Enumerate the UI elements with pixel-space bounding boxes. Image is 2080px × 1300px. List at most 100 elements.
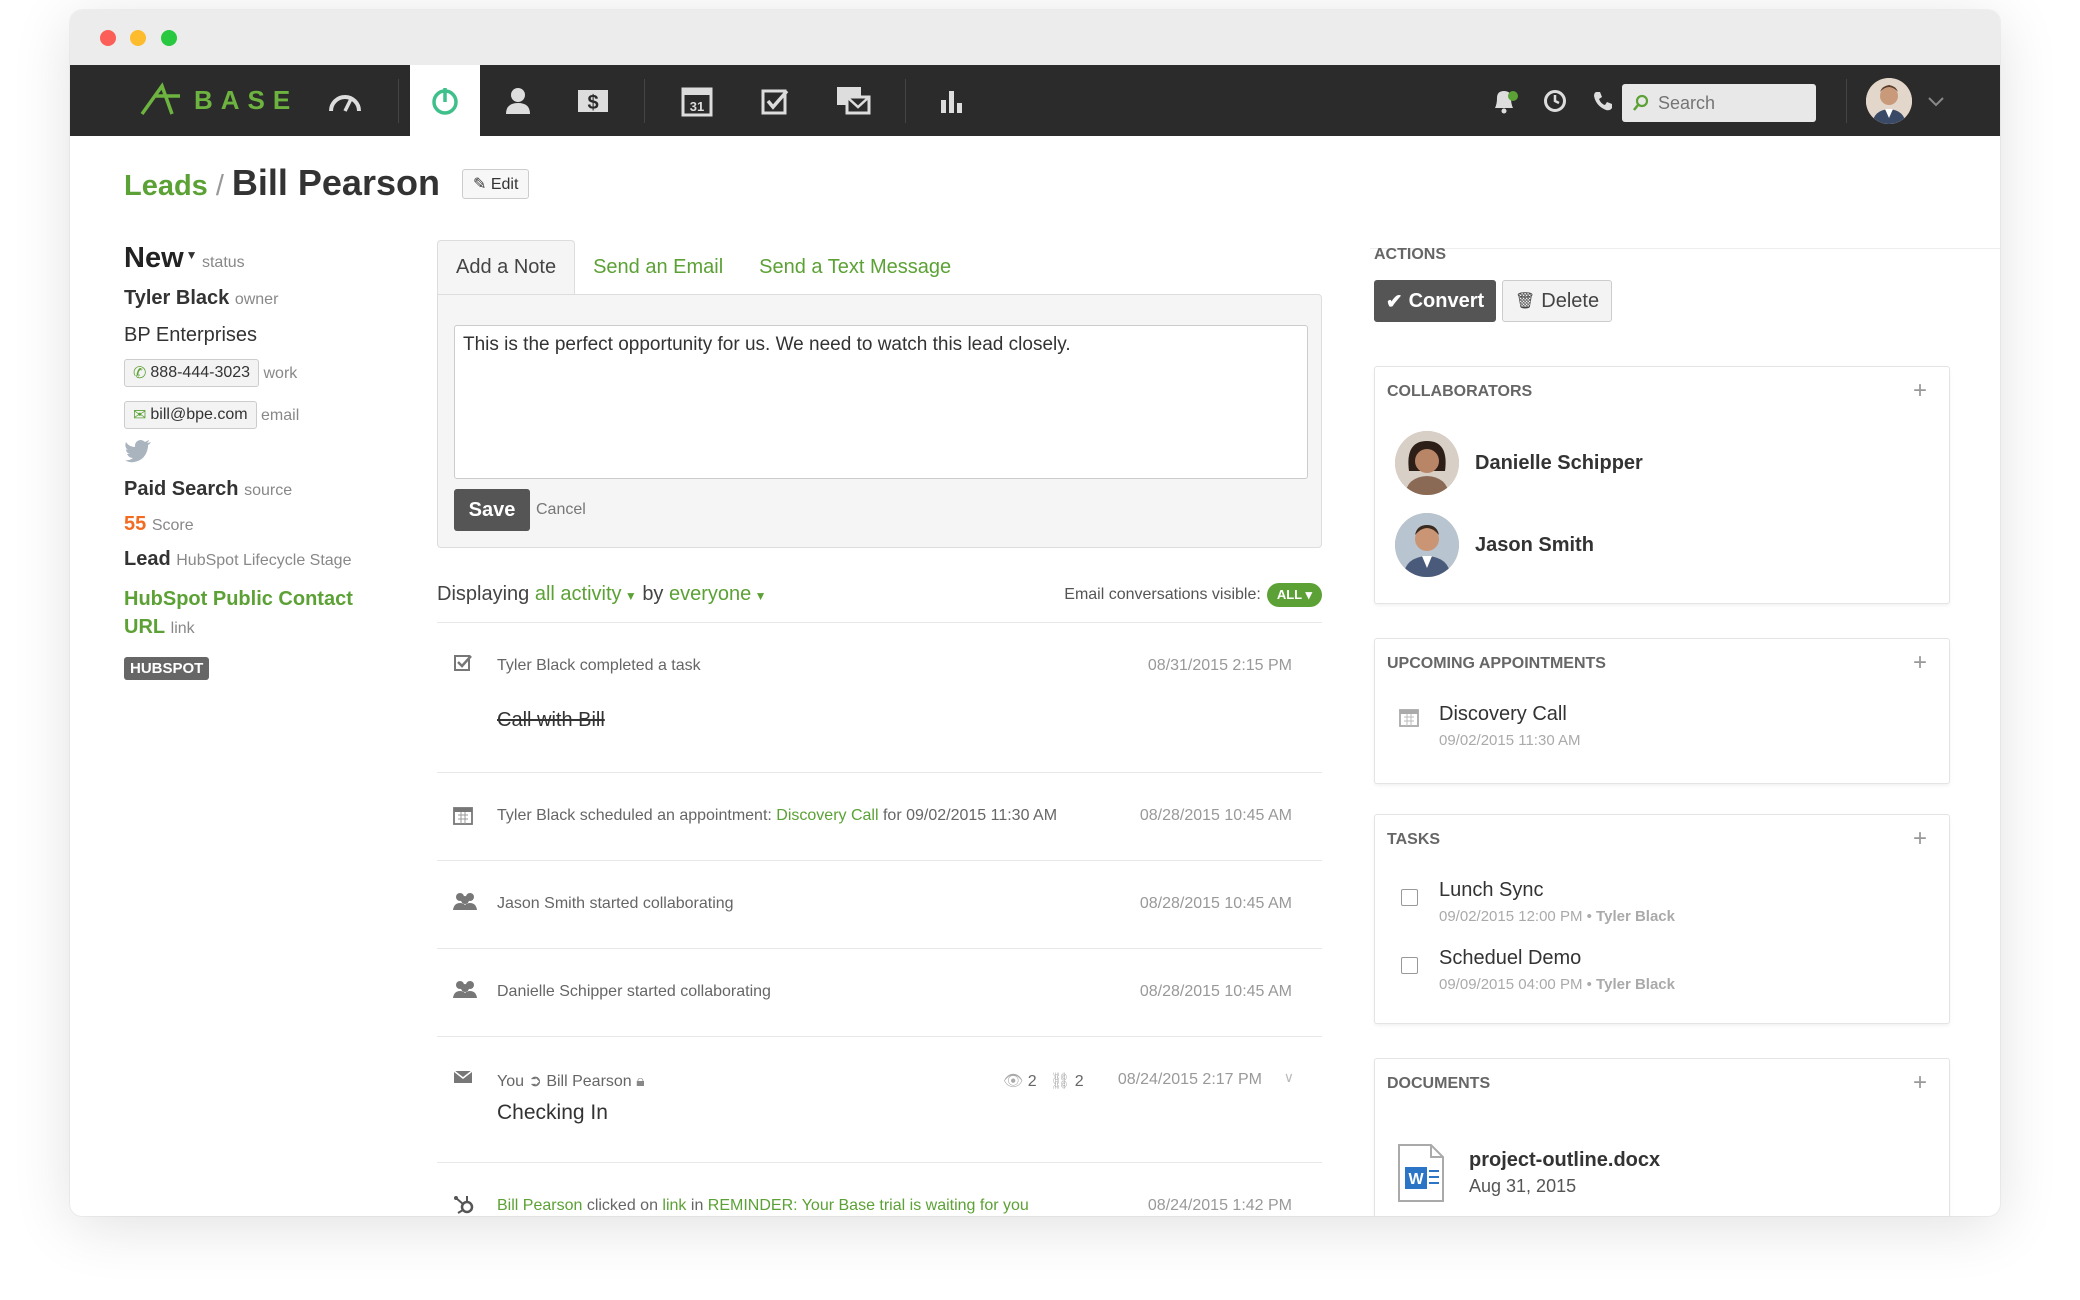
- search-box[interactable]: [1622, 84, 1816, 122]
- task-separator: •: [1582, 908, 1597, 925]
- add-collaborator-plus-icon[interactable]: +: [1913, 377, 1927, 405]
- email-stats: 👁︎ 2 ⛓︎ 2: [1003, 1071, 1084, 1091]
- feed-item-time: 08/28/2015 10:45 AM: [1139, 807, 1292, 824]
- email-link-clicks: 2: [1074, 1073, 1084, 1090]
- appointment-item[interactable]: Discovery Call 09/02/2015 11:30 AM: [1439, 703, 1581, 749]
- tab-add-note[interactable]: Add a Note: [437, 240, 576, 294]
- search-input[interactable]: [1656, 91, 1810, 115]
- reports-icon[interactable]: [917, 65, 987, 136]
- arrow-right-icon: ➲: [528, 1073, 542, 1090]
- messages-icon[interactable]: [818, 65, 888, 136]
- checkbox-checked-icon: [453, 653, 475, 675]
- user-filter-dropdown[interactable]: everyone: [669, 583, 751, 605]
- collaborator-item[interactable]: Jason Smith: [1395, 513, 1594, 577]
- email-visibility: Email conversations visible: ALL ▾: [1064, 583, 1322, 607]
- page-content: Leads / Bill Pearson ✎ Edit New ▼ status …: [70, 136, 2000, 1216]
- campaign-link[interactable]: REMINDER: Your Base trial is waiting for…: [708, 1197, 1029, 1214]
- delete-button[interactable]: 🗑︎ Delete: [1502, 280, 1612, 322]
- contacts-icon[interactable]: [483, 65, 553, 136]
- document-item[interactable]: project-outline.docx Aug 31, 2015: [1469, 1149, 1660, 1197]
- tab-send-text[interactable]: Send a Text Message: [741, 240, 969, 294]
- clock-icon[interactable]: [1530, 65, 1580, 136]
- avatar: [1395, 431, 1459, 495]
- notifications-icon[interactable]: [1480, 65, 1530, 136]
- phone-number: 888-444-3023: [150, 364, 251, 381]
- feed-item: Bill Pearson clicked on link in REMINDER…: [437, 1162, 1322, 1216]
- convert-button-label: Convert: [1408, 289, 1485, 312]
- save-button[interactable]: Save: [454, 489, 530, 531]
- twitter-icon[interactable]: [124, 439, 424, 468]
- collaborator-item[interactable]: Danielle Schipper: [1395, 431, 1643, 495]
- feed-item: Jason Smith started collaborating 08/28/…: [437, 860, 1322, 949]
- nav-separator: [398, 79, 399, 123]
- caret-down-icon[interactable]: ▼: [751, 589, 767, 603]
- email-pill[interactable]: ✉ bill@bpe.com: [124, 401, 257, 429]
- phone-pill[interactable]: ✆ 888-444-3023: [124, 359, 260, 387]
- documents-panel: DOCUMENTS + W project-outline.docx Aug 3…: [1374, 1058, 1950, 1216]
- task-item[interactable]: Scheduel Demo 09/09/2015 04:00 PM • Tyle…: [1439, 947, 1675, 993]
- caret-down-icon[interactable]: ▼: [186, 248, 198, 262]
- feed-item-time: 08/24/2015 1:42 PM: [1147, 1197, 1292, 1214]
- base-logo[interactable]: BASE: [140, 79, 298, 121]
- leads-power-icon[interactable]: [410, 65, 480, 136]
- email-subject[interactable]: Checking In: [497, 1101, 608, 1125]
- phone-icon: ✆: [133, 365, 147, 382]
- calendar-icon[interactable]: 31: [662, 65, 732, 136]
- task-checkbox[interactable]: [1401, 889, 1418, 906]
- calendar-icon: [453, 805, 475, 827]
- activity-filter: Displaying all activity ▼ by everyone ▼ …: [437, 583, 1322, 611]
- hubspot-public-contact-link[interactable]: HubSpot Public Contact: [124, 588, 353, 610]
- completed-task-title[interactable]: Call with Bill: [497, 709, 605, 732]
- task-checkbox[interactable]: [1401, 957, 1418, 974]
- email-label: email: [261, 407, 300, 424]
- add-task-plus-icon[interactable]: +: [1913, 825, 1927, 853]
- hubspot-url-link[interactable]: URL: [124, 616, 165, 638]
- note-textarea[interactable]: [454, 325, 1308, 479]
- feed-item-text-mid: clicked on: [582, 1197, 663, 1214]
- envelope-icon: ✉: [133, 407, 147, 424]
- user-menu-chevron-down-icon[interactable]: [1916, 65, 1956, 136]
- close-window-button[interactable]: [100, 30, 116, 46]
- edit-button-label: Edit: [490, 176, 519, 193]
- cancel-link[interactable]: Cancel: [536, 501, 586, 519]
- task-title: Lunch Sync: [1439, 879, 1544, 901]
- avatar: [1395, 513, 1459, 577]
- feed-item-text: Tyler Black completed a task: [497, 657, 701, 674]
- task-time: 09/02/2015 12:00 PM: [1439, 908, 1583, 925]
- feed-item-text: Jason Smith started collaborating: [497, 895, 734, 912]
- tasks-icon[interactable]: [740, 65, 810, 136]
- minimize-window-button[interactable]: [130, 30, 146, 46]
- email-participants: You ➲ Bill Pearson 🔒︎: [497, 1071, 645, 1091]
- svg-text:$: $: [587, 92, 598, 114]
- status-dropdown[interactable]: New: [124, 242, 184, 274]
- user-avatar[interactable]: [1866, 78, 1912, 124]
- edit-button[interactable]: ✎ Edit: [461, 169, 530, 199]
- chevron-down-icon[interactable]: ∨: [1284, 1069, 1294, 1086]
- owner-name[interactable]: Tyler Black: [124, 287, 229, 309]
- company-name[interactable]: BP Enterprises: [124, 324, 424, 347]
- score-label: Score: [151, 517, 194, 534]
- caret-down-icon[interactable]: ▼: [622, 589, 637, 603]
- phone-icon[interactable]: [1578, 65, 1628, 136]
- collaborators-title: COLLABORATORS: [1387, 383, 1533, 400]
- add-document-plus-icon[interactable]: +: [1913, 1069, 1927, 1097]
- breadcrumb: Leads / Bill Pearson ✎ Edit: [124, 162, 530, 205]
- dashboard-icon[interactable]: [310, 65, 380, 136]
- contact-link[interactable]: Bill Pearson: [497, 1197, 582, 1214]
- email-to[interactable]: Bill Pearson: [546, 1073, 631, 1090]
- convert-button[interactable]: ✔ Convert: [1374, 280, 1496, 322]
- deals-icon[interactable]: $: [558, 65, 628, 136]
- clicked-link[interactable]: link: [662, 1197, 686, 1214]
- add-appointment-plus-icon[interactable]: +: [1913, 649, 1927, 677]
- breadcrumb-leads-link[interactable]: Leads: [124, 170, 208, 203]
- envelope-icon: [453, 1069, 475, 1091]
- task-item[interactable]: Lunch Sync 09/02/2015 12:00 PM • Tyler B…: [1439, 879, 1675, 925]
- activity-filter-dropdown[interactable]: all activity: [535, 583, 622, 605]
- feed-item-text-post: for 09/02/2015 11:30 AM: [878, 807, 1058, 824]
- owner-label: owner: [234, 291, 279, 308]
- tab-send-email[interactable]: Send an Email: [575, 240, 741, 294]
- email-visibility-dropdown[interactable]: ALL ▾: [1266, 583, 1322, 607]
- hubspot-link-label: link: [170, 620, 195, 637]
- maximize-window-button[interactable]: [161, 30, 177, 46]
- appointment-link[interactable]: Discovery Call: [776, 807, 878, 824]
